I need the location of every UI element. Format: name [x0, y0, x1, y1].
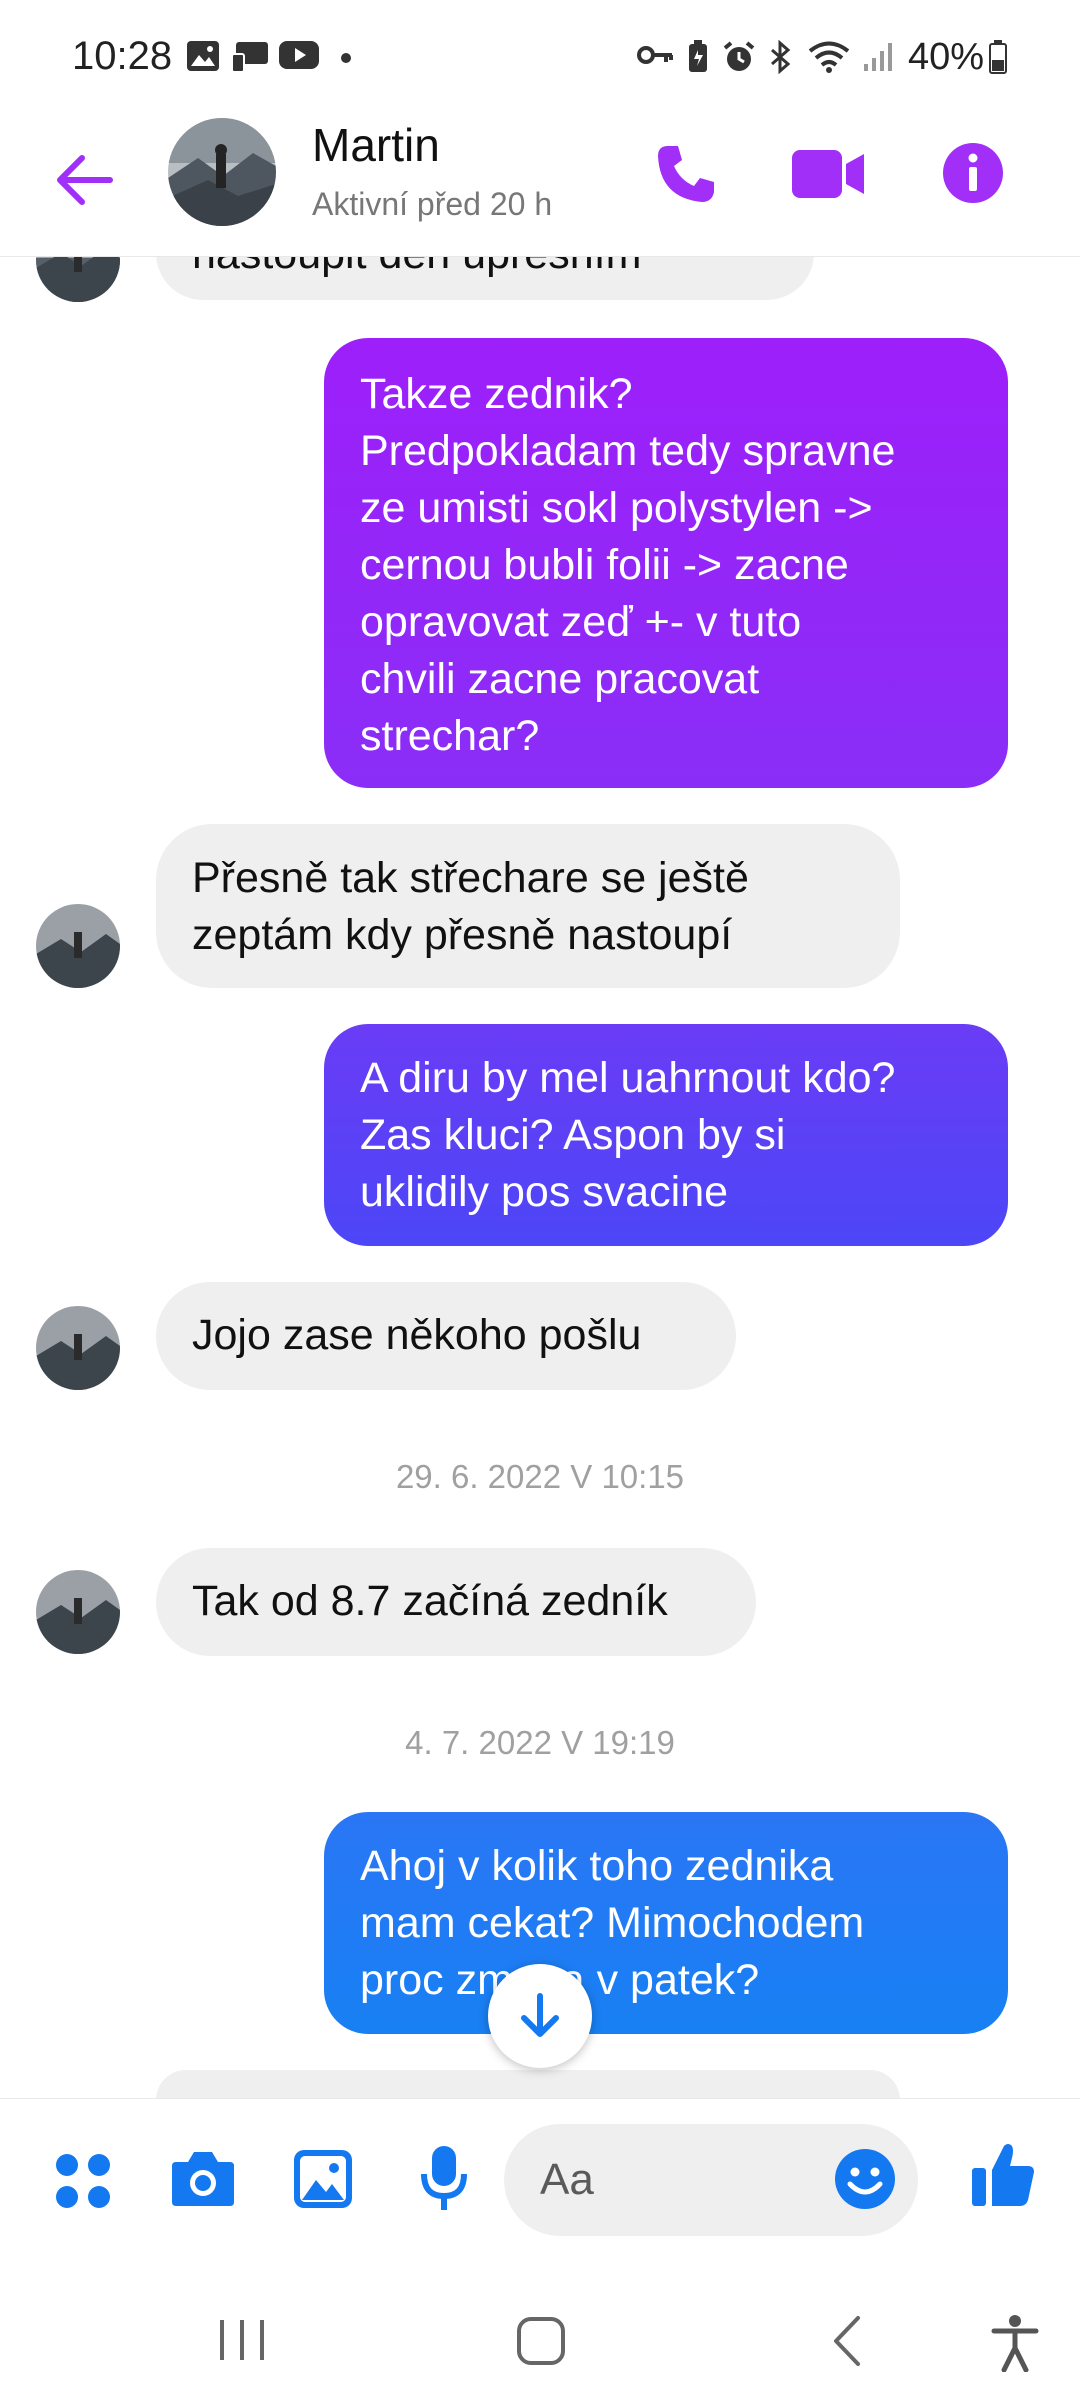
message-line: uklidily pos svacine	[360, 1168, 729, 1216]
system-nav-bar	[0, 2268, 1080, 2400]
dot-icon	[341, 53, 351, 63]
message-line: mam cekat? Mimochodem	[360, 1899, 865, 1947]
contact-status: Aktivní před 20 h	[312, 186, 553, 222]
message-line: Takze zednik?	[360, 370, 633, 418]
menu-dots-icon[interactable]	[54, 2152, 112, 2210]
contact-avatar-small[interactable]	[36, 1306, 120, 1390]
battery-saver-icon	[689, 40, 707, 72]
phone-icon[interactable]	[654, 142, 716, 206]
message-line: chvili zacne pracovat	[360, 655, 760, 703]
home-icon[interactable]	[516, 2316, 566, 2366]
contact-avatar-small[interactable]	[36, 904, 120, 988]
image-icon[interactable]	[292, 2148, 354, 2210]
message-text: Jojo zase někoho pošlu	[192, 1311, 642, 1359]
info-icon[interactable]	[942, 142, 1004, 204]
arrow-down-icon	[521, 1993, 559, 2037]
arrow-left-icon[interactable]	[52, 150, 114, 210]
signal-icon	[864, 43, 892, 71]
emoji-icon[interactable]	[834, 2148, 896, 2210]
bluetooth-icon	[771, 40, 791, 74]
message-line: strechar?	[360, 712, 540, 760]
youtube-icon	[279, 41, 319, 69]
message-line: cernou bubli folii -> zacne	[360, 541, 849, 589]
status-bar: 10:28 40%	[0, 0, 1080, 110]
gallery-icon	[187, 41, 219, 71]
message-line: Ahoj v kolik toho zednika	[360, 1842, 834, 1890]
cast-icon	[231, 42, 268, 73]
camera-icon[interactable]	[170, 2150, 236, 2208]
message-line: Zas kluci? Aspon by si	[360, 1111, 786, 1159]
message-line: zeptám kdy přesně nastoupí	[192, 911, 733, 959]
message-incoming[interactable]: Jojo zase někoho pošlu	[156, 1282, 736, 1390]
thumbs-up-icon[interactable]	[970, 2140, 1036, 2208]
contact-avatar-small[interactable]	[36, 1570, 120, 1654]
message-text: Tak od 8.7 začíná zedník	[192, 1577, 668, 1625]
message-line: opravovat zeď +- v tuto	[360, 598, 802, 646]
message-line: proc zmena v patek?	[360, 1956, 760, 2004]
message-outgoing[interactable]: Takze zednik? Predpokladam tedy spravne …	[324, 338, 1008, 788]
message-incoming[interactable]: Přesně tak střechare se ještě zeptám kdy…	[156, 824, 900, 988]
message-line: Predpokladam tedy spravne	[360, 427, 896, 475]
key-icon	[637, 46, 673, 64]
chat-header: Martin Aktivní před 20 h	[0, 110, 1080, 257]
contact-name[interactable]: Martin	[312, 118, 440, 172]
battery-percentage: 40%	[908, 36, 985, 78]
microphone-icon[interactable]	[420, 2144, 468, 2214]
message-line: Přesně tak střechare se ještě	[192, 854, 749, 902]
video-icon[interactable]	[792, 150, 864, 198]
alarm-icon	[723, 41, 755, 71]
battery-icon	[989, 40, 1007, 74]
status-time: 10:28	[72, 34, 173, 78]
contact-avatar[interactable]	[168, 118, 276, 226]
accessibility-icon[interactable]	[990, 2314, 1040, 2372]
message-outgoing[interactable]: Ahoj v kolik toho zednika mam cekat? Mim…	[324, 1812, 1008, 2034]
message-line: A diru by mel uahrnout kdo?	[360, 1054, 896, 1102]
message-line: ze umisti sokl polystylen ->	[360, 484, 873, 532]
scroll-to-bottom-button[interactable]	[488, 1964, 592, 2068]
timestamp: 29. 6. 2022 V 10:15	[395, 1458, 685, 1495]
back-icon[interactable]	[830, 2314, 864, 2368]
wifi-icon	[808, 41, 850, 73]
message-outgoing[interactable]: A diru by mel uahrnout kdo? Zas kluci? A…	[324, 1024, 1008, 1246]
recent-apps-icon[interactable]	[216, 2318, 268, 2362]
message-incoming[interactable]: Tak od 8.7 začíná zedník	[156, 1548, 756, 1656]
timestamp: 4. 7. 2022 V 19:19	[405, 1724, 675, 1761]
